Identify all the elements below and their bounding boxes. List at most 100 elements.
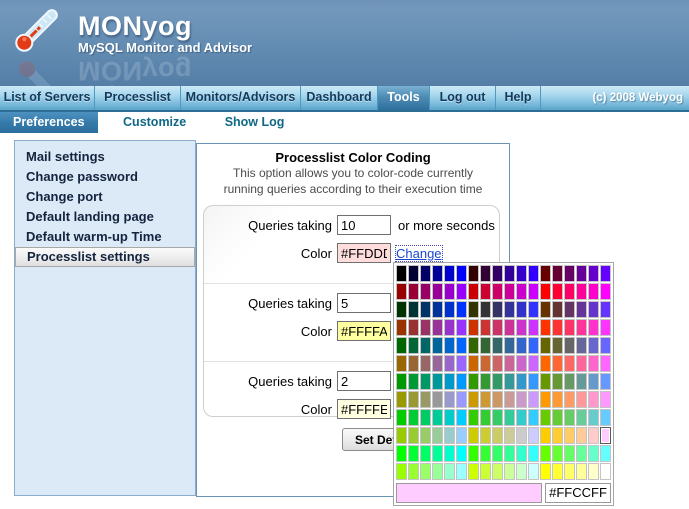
sidebar-item-change-password[interactable]: Change password	[15, 167, 195, 187]
palette-swatch[interactable]	[588, 409, 599, 426]
palette-swatch[interactable]	[504, 301, 515, 318]
palette-swatch[interactable]	[504, 265, 515, 282]
palette-swatch[interactable]	[576, 409, 587, 426]
palette-swatch[interactable]	[456, 373, 467, 390]
palette-swatch[interactable]	[552, 337, 563, 354]
palette-swatch[interactable]	[588, 427, 599, 444]
palette-swatch[interactable]	[456, 301, 467, 318]
palette-swatch[interactable]	[468, 373, 479, 390]
palette-swatch[interactable]	[552, 319, 563, 336]
palette-swatch[interactable]	[396, 301, 407, 318]
palette-swatch[interactable]	[420, 265, 431, 282]
palette-swatch[interactable]	[480, 463, 491, 480]
palette-swatch[interactable]	[528, 445, 539, 462]
palette-swatch[interactable]	[516, 463, 527, 480]
palette-swatch[interactable]	[444, 391, 455, 408]
palette-swatch[interactable]	[528, 265, 539, 282]
palette-swatch[interactable]	[504, 373, 515, 390]
palette-swatch[interactable]	[420, 355, 431, 372]
sidebar-item-mail-settings[interactable]: Mail settings	[15, 147, 195, 167]
palette-swatch[interactable]	[456, 319, 467, 336]
palette-swatch[interactable]	[408, 283, 419, 300]
nav-item-tools[interactable]: Tools	[378, 86, 430, 110]
palette-swatch[interactable]	[564, 463, 575, 480]
sidebar-item-processlist-settings[interactable]: Processlist settings	[15, 247, 195, 267]
palette-swatch[interactable]	[468, 337, 479, 354]
palette-swatch[interactable]	[432, 337, 443, 354]
palette-swatch[interactable]	[408, 337, 419, 354]
palette-swatch[interactable]	[444, 319, 455, 336]
palette-swatch[interactable]	[444, 445, 455, 462]
nav-item-list-of-servers[interactable]: List of Servers	[0, 86, 95, 110]
palette-swatch[interactable]	[576, 355, 587, 372]
palette-swatch[interactable]	[468, 427, 479, 444]
palette-swatch[interactable]	[516, 427, 527, 444]
palette-swatch[interactable]	[456, 409, 467, 426]
palette-swatch[interactable]	[540, 283, 551, 300]
palette-swatch[interactable]	[420, 463, 431, 480]
palette-swatch[interactable]	[480, 337, 491, 354]
color-input-3[interactable]	[337, 399, 391, 419]
palette-swatch[interactable]	[528, 319, 539, 336]
palette-swatch[interactable]	[576, 373, 587, 390]
palette-swatch[interactable]	[420, 427, 431, 444]
palette-swatch[interactable]	[504, 391, 515, 408]
palette-swatch[interactable]	[432, 427, 443, 444]
palette-swatch[interactable]	[576, 391, 587, 408]
palette-swatch[interactable]	[516, 301, 527, 318]
palette-swatch[interactable]	[396, 463, 407, 480]
palette-swatch[interactable]	[492, 445, 503, 462]
palette-swatch[interactable]	[420, 337, 431, 354]
palette-swatch[interactable]	[504, 445, 515, 462]
palette-swatch[interactable]	[504, 427, 515, 444]
color-input-1[interactable]	[337, 243, 391, 263]
palette-swatch[interactable]	[444, 463, 455, 480]
palette-swatch[interactable]	[492, 301, 503, 318]
palette-swatch[interactable]	[564, 373, 575, 390]
palette-swatch[interactable]	[552, 391, 563, 408]
palette-swatch[interactable]	[396, 319, 407, 336]
palette-swatch[interactable]	[552, 355, 563, 372]
palette-swatch[interactable]	[396, 265, 407, 282]
palette-swatch[interactable]	[504, 283, 515, 300]
palette-swatch[interactable]	[564, 301, 575, 318]
palette-swatch[interactable]	[420, 283, 431, 300]
palette-swatch[interactable]	[588, 301, 599, 318]
palette-swatch[interactable]	[480, 391, 491, 408]
palette-swatch[interactable]	[492, 265, 503, 282]
palette-swatch[interactable]	[492, 283, 503, 300]
palette-swatch[interactable]	[492, 463, 503, 480]
palette-swatch[interactable]	[408, 463, 419, 480]
palette-swatch[interactable]	[480, 319, 491, 336]
palette-swatch[interactable]	[540, 355, 551, 372]
palette-swatch[interactable]	[540, 427, 551, 444]
palette-swatch[interactable]	[576, 463, 587, 480]
palette-swatch[interactable]	[432, 391, 443, 408]
palette-swatch[interactable]	[564, 427, 575, 444]
palette-swatch[interactable]	[468, 355, 479, 372]
palette-swatch[interactable]	[564, 283, 575, 300]
palette-swatch[interactable]	[480, 373, 491, 390]
palette-swatch[interactable]	[528, 373, 539, 390]
palette-swatch[interactable]	[600, 337, 611, 354]
palette-swatch[interactable]	[576, 319, 587, 336]
palette-swatch[interactable]	[456, 427, 467, 444]
palette-swatch[interactable]	[564, 319, 575, 336]
palette-swatch[interactable]	[444, 373, 455, 390]
palette-swatch[interactable]	[600, 409, 611, 426]
palette-swatch[interactable]	[408, 301, 419, 318]
palette-swatch[interactable]	[456, 463, 467, 480]
change-color-link-1[interactable]: Change	[396, 246, 442, 261]
palette-swatch[interactable]	[444, 427, 455, 444]
palette-swatch[interactable]	[552, 409, 563, 426]
palette-swatch[interactable]	[408, 319, 419, 336]
palette-swatch[interactable]	[420, 301, 431, 318]
subnav-item-show-log[interactable]: Show Log	[212, 112, 298, 133]
palette-swatch[interactable]	[492, 373, 503, 390]
palette-swatch[interactable]	[516, 373, 527, 390]
palette-swatch[interactable]	[528, 463, 539, 480]
palette-swatch[interactable]	[444, 301, 455, 318]
palette-swatch[interactable]	[432, 463, 443, 480]
palette-swatch[interactable]	[528, 391, 539, 408]
nav-item-dashboard[interactable]: Dashboard	[301, 86, 378, 110]
